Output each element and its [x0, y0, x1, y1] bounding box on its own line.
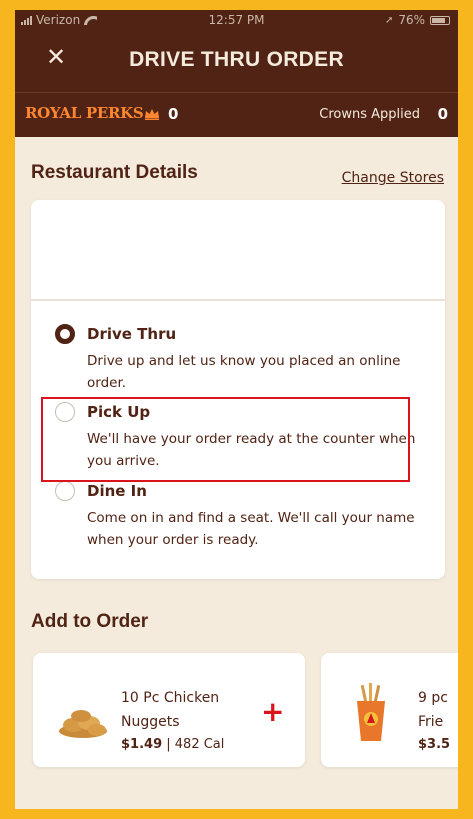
- add-item-plus-icon[interactable]: +: [261, 698, 284, 726]
- product-price: $3.5: [418, 737, 451, 752]
- crowns-applied-value: 0: [437, 105, 448, 123]
- option-label: Drive Thru: [87, 325, 177, 343]
- royal-perks-bar: ROYAL PERKS 0 Crowns Applied 0: [15, 92, 458, 137]
- add-to-order-title: Add to Order: [31, 611, 149, 632]
- status-bar: Verizon 12:57 PM ➚ 76%: [15, 10, 458, 30]
- product-meta: $1.49 | 482 Cal: [121, 737, 224, 752]
- chicken-fries-icon: [357, 683, 385, 741]
- product-name-line1: 10 Pc Chicken: [121, 690, 220, 706]
- drive-thru-radio[interactable]: [55, 324, 75, 344]
- dine-in-radio[interactable]: [55, 481, 75, 501]
- pick-up-highlight-box: [41, 397, 410, 482]
- chicken-nuggets-icon: [59, 710, 107, 738]
- crown-icon: [145, 109, 159, 120]
- product-card-nuggets[interactable]: 10 Pc Chicken Nuggets $1.49 | 482 Cal +: [33, 653, 305, 767]
- option-description: Come on in and find a seat. We'll call y…: [87, 510, 415, 548]
- header: ✕ DRIVE THRU ORDER: [15, 30, 458, 92]
- restaurant-details-title: Restaurant Details: [31, 162, 198, 183]
- location-icon: ➚: [384, 14, 394, 26]
- product-name-line2: Nuggets: [121, 714, 180, 730]
- product-calories: 482 Cal: [174, 737, 225, 752]
- product-price: $1.49: [121, 737, 163, 752]
- option-description: Drive up and let us know you placed an o…: [87, 353, 401, 391]
- change-stores-link[interactable]: Change Stores: [342, 170, 444, 186]
- status-right: ➚ 76%: [385, 13, 450, 27]
- page-title: DRIVE THRU ORDER: [129, 48, 344, 71]
- battery-icon: [430, 15, 450, 25]
- product-card-fries[interactable]: 9 pc Frie $3.5: [321, 653, 458, 767]
- royal-perks-logo: ROYAL PERKS: [25, 104, 144, 122]
- product-meta: $3.5: [418, 737, 450, 752]
- crowns-applied-label: Crowns Applied: [319, 107, 420, 122]
- product-name-line2: Frie: [418, 714, 444, 730]
- battery-percent: 76%: [398, 13, 425, 27]
- restaurant-details-card: Drive Thru Drive up and let us know you …: [31, 200, 445, 579]
- card-divider: [31, 299, 445, 301]
- product-name-line1: 9 pc: [418, 690, 448, 706]
- crowns-count: 0: [168, 105, 179, 123]
- option-label: Dine In: [87, 482, 147, 500]
- meta-separator: |: [166, 737, 175, 752]
